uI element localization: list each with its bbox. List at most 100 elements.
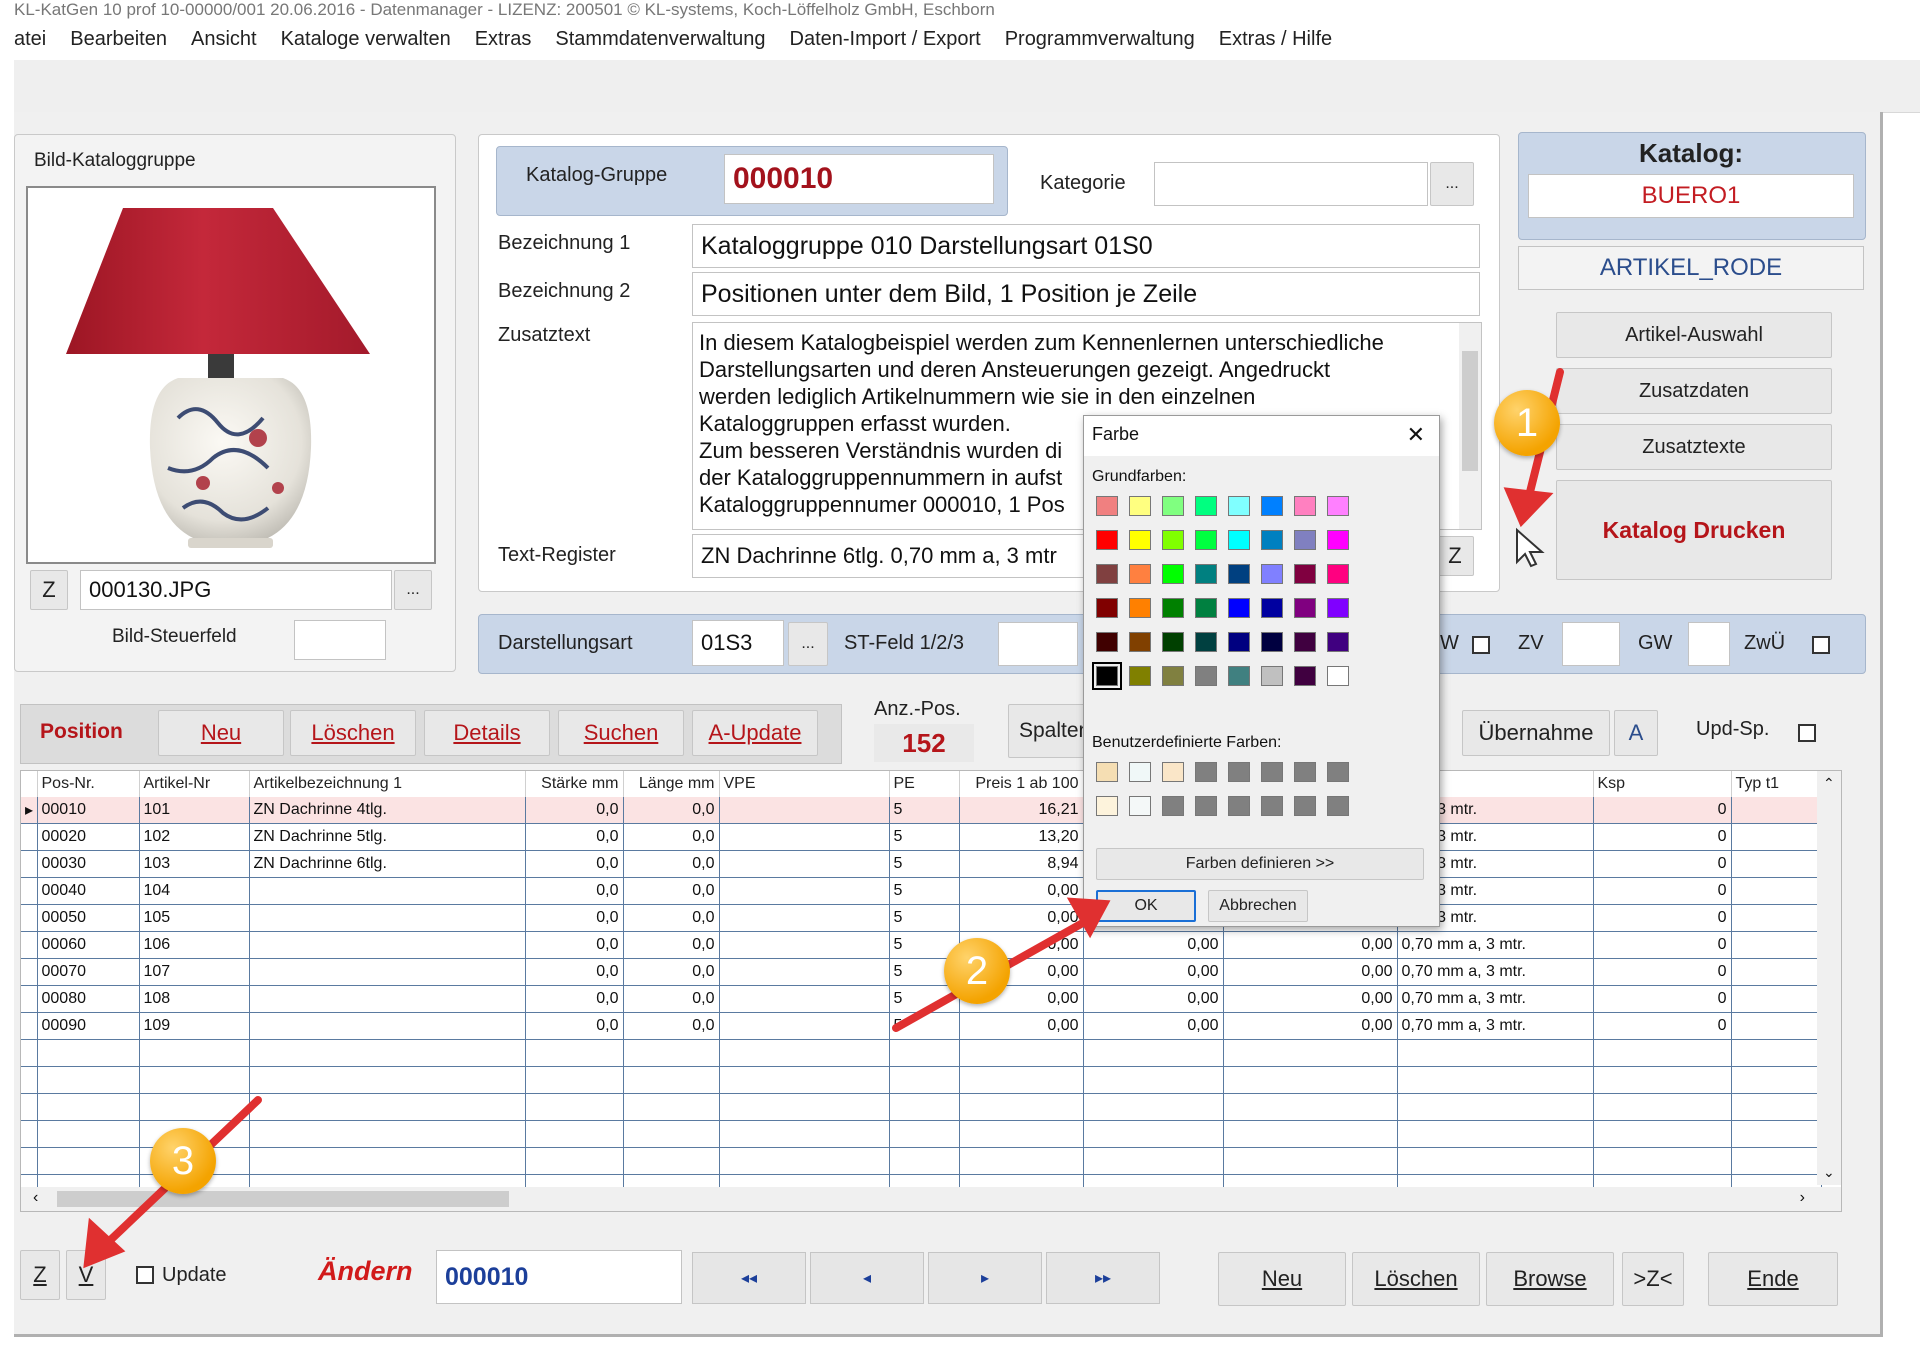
table-cell[interactable] bbox=[959, 1093, 1084, 1121]
table-cell[interactable] bbox=[249, 1120, 526, 1148]
table-cell[interactable] bbox=[21, 1093, 38, 1121]
table-cell[interactable] bbox=[1731, 823, 1822, 851]
menu-import-export[interactable]: Daten-Import / Export bbox=[790, 28, 981, 58]
table-cell[interactable]: 13,20 bbox=[959, 823, 1084, 851]
row-indicator[interactable] bbox=[21, 958, 38, 986]
custom-color-swatch[interactable] bbox=[1129, 762, 1151, 782]
table-cell[interactable] bbox=[1397, 1066, 1594, 1094]
a-button[interactable]: A bbox=[1614, 710, 1658, 756]
scroll-left-icon[interactable]: ‹ bbox=[33, 1189, 38, 1207]
table-row[interactable]: 00020102ZN Dachrinne 5tlg.0,00,0513,20m … bbox=[21, 823, 1822, 851]
table-cell[interactable]: 0,0 bbox=[525, 958, 624, 986]
table-cell[interactable] bbox=[249, 1147, 526, 1175]
text-register-z-button[interactable]: Z bbox=[1436, 536, 1474, 576]
custom-color-swatch[interactable] bbox=[1162, 796, 1184, 816]
table-cell[interactable]: 0 bbox=[1593, 985, 1732, 1013]
grid-header[interactable]: Preis 1 ab 100 bbox=[959, 771, 1084, 797]
basic-color-swatch[interactable] bbox=[1228, 496, 1250, 516]
table-cell[interactable] bbox=[37, 1066, 140, 1094]
table-cell[interactable] bbox=[249, 958, 526, 986]
table-cell[interactable]: 8,94 bbox=[959, 850, 1084, 878]
table-row[interactable]: 00090 109 0,0 0,0 5 0,00 0,00 0,00 0,70 mm a, 3 … bbox=[21, 1012, 1822, 1040]
upd-sp-checkbox[interactable] bbox=[1798, 724, 1816, 742]
table-cell[interactable]: 0,00 bbox=[959, 904, 1084, 932]
table-row[interactable]: 00080 108 0,0 0,0 5 0,00 0,00 0,00 0,70 mm a, 3 … bbox=[21, 985, 1822, 1013]
table-cell[interactable] bbox=[623, 1147, 720, 1175]
basic-color-swatch[interactable] bbox=[1294, 632, 1316, 652]
table-cell[interactable] bbox=[21, 1120, 38, 1148]
table-cell[interactable] bbox=[1083, 1147, 1224, 1175]
basic-color-swatch[interactable] bbox=[1294, 564, 1316, 584]
table-cell[interactable]: 0,70 mm a, 3 mtr. bbox=[1397, 931, 1594, 959]
menu-kataloge[interactable]: Kataloge verwalten bbox=[281, 28, 451, 58]
basic-color-swatch[interactable] bbox=[1162, 564, 1184, 584]
basic-color-swatch[interactable] bbox=[1327, 598, 1349, 618]
table-cell[interactable]: 109 bbox=[139, 1012, 250, 1040]
table-cell[interactable]: 108 bbox=[139, 985, 250, 1013]
basic-color-swatch[interactable] bbox=[1294, 666, 1316, 686]
table-cell[interactable]: 0 bbox=[1593, 797, 1732, 824]
table-cell[interactable] bbox=[719, 931, 890, 959]
grid-header[interactable]: Artikelbezeichnung 1 bbox=[249, 771, 526, 797]
table-cell[interactable]: 0,00 bbox=[959, 1012, 1084, 1040]
nav-last-button[interactable]: ▸▸ bbox=[1046, 1252, 1160, 1304]
table-cell[interactable] bbox=[21, 1039, 38, 1067]
table-cell[interactable]: 104 bbox=[139, 877, 250, 905]
zusatzdaten-button[interactable]: Zusatzdaten bbox=[1556, 368, 1832, 414]
table-cell[interactable] bbox=[249, 931, 526, 959]
grid-header[interactable]: Artikel-Nr bbox=[139, 771, 250, 797]
table-cell[interactable]: 00080 bbox=[37, 985, 140, 1013]
scroll-up-icon[interactable]: ⌃ bbox=[1823, 775, 1835, 792]
basic-color-swatch[interactable] bbox=[1162, 632, 1184, 652]
grid-horizontal-scrollbar[interactable]: ‹ › bbox=[21, 1187, 1841, 1211]
table-cell[interactable] bbox=[623, 1093, 720, 1121]
basic-color-swatch[interactable] bbox=[1129, 496, 1151, 516]
table-cell[interactable]: 0 bbox=[1593, 904, 1732, 932]
table-cell[interactable]: 00090 bbox=[37, 1012, 140, 1040]
custom-color-swatch[interactable] bbox=[1294, 796, 1316, 816]
table-cell[interactable]: 0,0 bbox=[525, 904, 624, 932]
table-cell[interactable] bbox=[525, 1039, 624, 1067]
zusatztexte-button[interactable]: Zusatztexte bbox=[1556, 424, 1832, 470]
table-cell[interactable] bbox=[1083, 1066, 1224, 1094]
st-feld-input[interactable] bbox=[998, 622, 1078, 666]
table-cell[interactable] bbox=[959, 1147, 1084, 1175]
custom-color-swatch[interactable] bbox=[1228, 762, 1250, 782]
basic-color-swatch[interactable] bbox=[1096, 632, 1118, 652]
table-cell[interactable] bbox=[249, 985, 526, 1013]
basic-color-swatch[interactable] bbox=[1261, 598, 1283, 618]
define-colors-button[interactable]: Farben definieren >> bbox=[1096, 848, 1424, 880]
table-cell[interactable] bbox=[719, 1012, 890, 1040]
menu-ansicht[interactable]: Ansicht bbox=[191, 28, 257, 58]
table-cell[interactable]: 5 bbox=[889, 985, 960, 1013]
table-cell[interactable] bbox=[623, 1120, 720, 1148]
table-row-empty[interactable] bbox=[21, 1120, 1822, 1148]
table-cell[interactable]: 0,0 bbox=[525, 1012, 624, 1040]
footer-z-toggle-button[interactable]: >Z< bbox=[1622, 1252, 1684, 1306]
custom-color-swatch[interactable] bbox=[1294, 762, 1316, 782]
scroll-right-icon[interactable]: › bbox=[1800, 1189, 1805, 1207]
table-cell[interactable]: 00050 bbox=[37, 904, 140, 932]
table-cell[interactable] bbox=[719, 823, 890, 851]
grid-header[interactable]: Typ t1 bbox=[1731, 771, 1822, 797]
table-cell[interactable] bbox=[249, 1093, 526, 1121]
table-cell[interactable]: 0,0 bbox=[623, 985, 720, 1013]
table-cell[interactable] bbox=[1083, 1120, 1224, 1148]
table-cell[interactable]: 0 bbox=[1593, 850, 1732, 878]
basic-color-swatch[interactable] bbox=[1129, 598, 1151, 618]
menu-extras-hilfe[interactable]: Extras / Hilfe bbox=[1219, 28, 1332, 58]
table-cell[interactable]: 0,0 bbox=[525, 877, 624, 905]
table-cell[interactable] bbox=[1731, 1147, 1822, 1175]
table-cell[interactable] bbox=[719, 1039, 890, 1067]
table-cell[interactable] bbox=[1397, 1093, 1594, 1121]
table-cell[interactable]: 107 bbox=[139, 958, 250, 986]
table-cell[interactable] bbox=[719, 958, 890, 986]
table-cell[interactable]: 0 bbox=[1593, 1012, 1732, 1040]
table-cell[interactable]: 0,00 bbox=[1083, 1012, 1224, 1040]
table-cell[interactable] bbox=[1731, 1120, 1822, 1148]
table-row[interactable]: 00070 107 0,0 0,0 5 0,00 0,00 0,00 0,70 mm a, 3 … bbox=[21, 958, 1822, 986]
table-cell[interactable]: 106 bbox=[139, 931, 250, 959]
table-cell[interactable]: ZN Dachrinne 4tlg. bbox=[249, 797, 526, 824]
update-checkbox[interactable] bbox=[136, 1266, 154, 1284]
basic-color-swatch[interactable] bbox=[1261, 496, 1283, 516]
